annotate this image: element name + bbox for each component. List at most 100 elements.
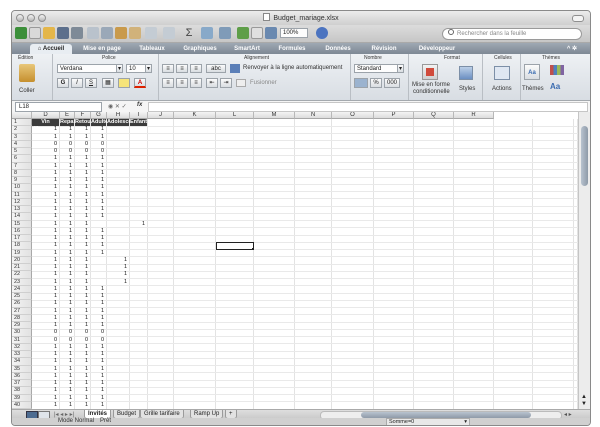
table-cell[interactable]: 1	[32, 373, 57, 380]
table-cell[interactable]	[130, 264, 145, 271]
wrap-text-icon[interactable]	[230, 64, 240, 73]
table-cell[interactable]: 1	[60, 199, 72, 206]
table-cell[interactable]	[91, 264, 104, 271]
table-cell[interactable]	[130, 322, 145, 329]
filter-icon[interactable]	[219, 27, 231, 39]
table-cell[interactable]: 1	[32, 213, 57, 220]
table-cell[interactable]	[107, 366, 127, 373]
column-header[interactable]: P	[374, 112, 414, 119]
table-cell[interactable]: 1	[32, 286, 57, 293]
increase-indent-icon[interactable]: ⇥	[220, 78, 232, 88]
table-cell[interactable]: 1	[91, 170, 104, 177]
table-cell[interactable]	[107, 141, 127, 148]
row-header[interactable]: 13	[12, 206, 32, 214]
decrease-indent-icon[interactable]: ⇤	[206, 78, 218, 88]
table-cell[interactable]: 1	[91, 126, 104, 133]
tab-donnees[interactable]: Données	[318, 44, 358, 54]
table-cell[interactable]: 1	[32, 308, 57, 315]
table-cell[interactable]: 1	[91, 213, 104, 220]
table-cell[interactable]	[130, 257, 145, 264]
table-cell[interactable]	[107, 126, 127, 133]
table-cell[interactable]	[107, 177, 127, 184]
table-cell[interactable]: 1	[32, 206, 57, 213]
align-left-icon[interactable]: ≡	[162, 78, 174, 88]
table-cell[interactable]: 0	[75, 329, 88, 336]
row-header[interactable]: 21	[12, 264, 32, 272]
table-cell[interactable]: 0	[91, 337, 104, 344]
column-header[interactable]: D	[32, 112, 60, 119]
header-cell[interactable]: Repas	[60, 119, 77, 127]
table-cell[interactable]: 0	[60, 337, 72, 344]
table-cell[interactable]: 1	[130, 221, 145, 228]
table-cell[interactable]: 1	[60, 250, 72, 257]
table-cell[interactable]	[107, 286, 127, 293]
table-cell[interactable]: 1	[91, 358, 104, 365]
tab-developpeur[interactable]: Développeur	[410, 44, 464, 54]
column-header[interactable]: J	[148, 112, 174, 119]
align-middle-icon[interactable]: ≡	[176, 64, 188, 73]
table-cell[interactable]	[130, 206, 145, 213]
table-cell[interactable]	[91, 271, 104, 278]
table-cell[interactable]: 1	[75, 315, 88, 322]
table-cell[interactable]	[130, 199, 145, 206]
table-cell[interactable]: 1	[75, 351, 88, 358]
underline-button[interactable]: S	[85, 78, 97, 88]
table-cell[interactable]	[130, 192, 145, 199]
spreadsheet-grid[interactable]: D E F G H I J K L M N O P Q R 1 Vin d'honneur Repas Retour…	[12, 112, 578, 409]
table-cell[interactable]: 1	[32, 257, 57, 264]
table-cell[interactable]: 1	[32, 271, 57, 278]
table-cell[interactable]: 1	[75, 286, 88, 293]
formula-controls-icon[interactable]: ◉ ✕ ✓	[108, 103, 127, 110]
table-cell[interactable]: 0	[32, 141, 57, 148]
table-cell[interactable]	[130, 395, 145, 402]
styles-icon[interactable]	[459, 66, 473, 80]
row-header[interactable]: 25	[12, 293, 32, 301]
table-cell[interactable]: 1	[75, 257, 88, 264]
save-icon[interactable]	[57, 27, 69, 39]
table-cell[interactable]	[130, 358, 145, 365]
table-cell[interactable]	[130, 337, 145, 344]
table-cell[interactable]	[130, 308, 145, 315]
table-cell[interactable]: 1	[32, 351, 57, 358]
table-cell[interactable]: 0	[60, 329, 72, 336]
row-header[interactable]: 11	[12, 191, 32, 199]
table-cell[interactable]: 1	[75, 134, 88, 141]
table-cell[interactable]: 1	[32, 300, 57, 307]
toolbar-toggle-button[interactable]	[572, 15, 584, 22]
column-header[interactable]: E	[60, 112, 75, 119]
table-cell[interactable]	[107, 322, 127, 329]
table-cell[interactable]: 1	[75, 264, 88, 271]
table-cell[interactable]: 1	[91, 308, 104, 315]
selected-cell[interactable]	[216, 242, 254, 250]
table-cell[interactable]: 1	[60, 170, 72, 177]
table-cell[interactable]	[91, 257, 104, 264]
table-cell[interactable]: 1	[75, 308, 88, 315]
sidebar-icon[interactable]	[251, 27, 263, 39]
table-cell[interactable]: 1	[60, 315, 72, 322]
table-cell[interactable]: 1	[91, 228, 104, 235]
table-cell[interactable]: 1	[91, 206, 104, 213]
conditional-format-icon[interactable]	[422, 64, 438, 80]
table-cell[interactable]: 1	[91, 322, 104, 329]
table-cell[interactable]: 0	[75, 141, 88, 148]
table-cell[interactable]: 1	[75, 184, 88, 191]
tab-graphiques[interactable]: Graphiques	[178, 44, 222, 54]
table-cell[interactable]: 1	[60, 257, 72, 264]
row-header[interactable]: 20	[12, 256, 32, 264]
table-cell[interactable]	[107, 163, 127, 170]
font-size-select[interactable]: 10	[126, 64, 146, 73]
percent-button[interactable]: %	[370, 78, 382, 88]
scroll-down-icon[interactable]: ▼	[581, 401, 587, 407]
styles-button[interactable]: Styles	[459, 86, 475, 92]
tab-smartart[interactable]: SmartArt	[228, 44, 266, 54]
actions-button[interactable]: Actions	[492, 86, 512, 92]
table-cell[interactable]: 1	[32, 279, 57, 286]
row-header[interactable]: 26	[12, 300, 32, 308]
table-cell[interactable]	[107, 387, 127, 394]
table-cell[interactable]: 1	[75, 192, 88, 199]
cells-actions-icon[interactable]	[494, 66, 510, 80]
table-cell[interactable]: 1	[60, 192, 72, 199]
table-cell[interactable]	[107, 300, 127, 307]
table-cell[interactable]: 0	[32, 337, 57, 344]
table-cell[interactable]: 1	[91, 380, 104, 387]
